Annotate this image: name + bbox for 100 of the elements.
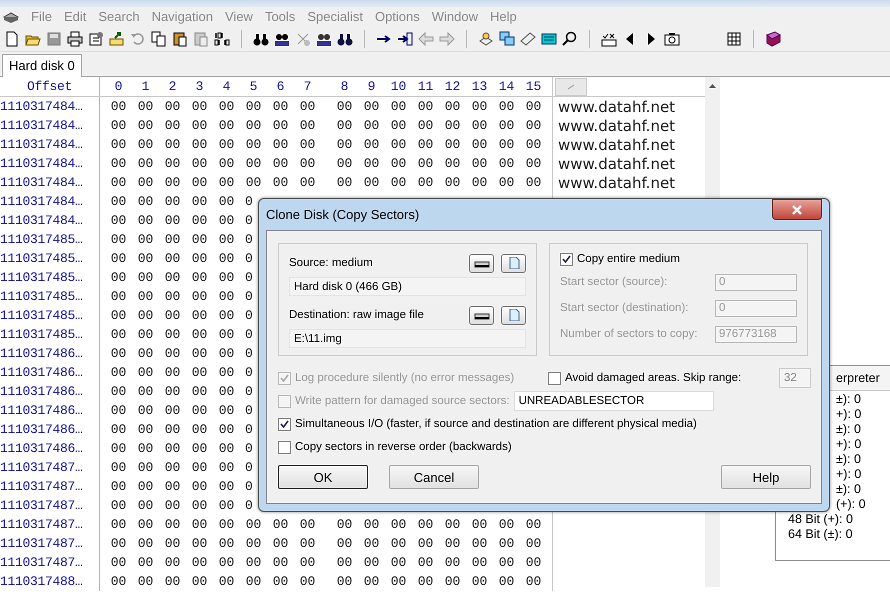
file-button[interactable]	[501, 306, 526, 324]
drive-button[interactable]	[469, 306, 494, 324]
hex-byte: 00	[190, 555, 208, 570]
hex-byte: 00	[110, 403, 128, 418]
hex-byte: 00	[444, 156, 462, 171]
interpreter-value: 64 Bit (±): 0	[788, 526, 853, 540]
hex-byte: 00	[136, 289, 154, 304]
file-button[interactable]	[501, 254, 526, 272]
source-field[interactable]: Hard disk 0 (466 GB)	[289, 277, 526, 296]
destination-field[interactable]: E:\11.img	[289, 329, 526, 348]
input-field[interactable]: 32	[779, 368, 811, 388]
hex-byte: 00	[244, 517, 262, 532]
panel-title: erpreter	[836, 371, 880, 385]
hex-byte: 00	[498, 99, 516, 114]
hex-byte: 00	[362, 175, 380, 190]
offset-cell: 1110317484…	[0, 211, 100, 230]
menu-item[interactable]: View	[219, 9, 259, 24]
menu-item[interactable]: Tools	[258, 9, 302, 24]
hex-byte: 00	[136, 232, 154, 247]
hex-byte: 00	[190, 422, 208, 437]
hex-byte: 00	[444, 99, 462, 114]
menu-item[interactable]: Search	[92, 9, 146, 24]
column-header: 12	[444, 79, 462, 94]
copy-icon[interactable]	[150, 30, 168, 48]
hex-byte: 00	[416, 536, 434, 551]
menu-item[interactable]: Navigation	[146, 9, 219, 24]
goto-icon[interactable]	[396, 30, 414, 48]
hex-byte: 00	[110, 555, 128, 570]
hex-byte: 00	[164, 346, 182, 361]
hex-byte: 00	[444, 175, 462, 190]
dialog-button[interactable]: Help	[721, 465, 811, 489]
offset-cell: 1110317484…	[0, 192, 100, 211]
hex-byte: 00	[190, 175, 208, 190]
hex-byte: 00	[272, 536, 290, 551]
checkbox[interactable]	[278, 418, 291, 430]
hex-byte: 00	[110, 574, 128, 589]
interpreter-value: ±): 0	[836, 392, 861, 406]
printer-icon[interactable]	[66, 30, 84, 48]
hex-byte: 0	[244, 327, 254, 342]
hex-byte: 00	[136, 118, 154, 133]
checkbox[interactable]	[548, 372, 561, 384]
checkbox-label: Copy entire medium	[577, 253, 680, 265]
offset-cell: 1110317485…	[0, 287, 100, 306]
menu-item[interactable]: Window	[426, 9, 484, 24]
offset-cell: 1110317485…	[0, 325, 100, 344]
hex-byte: 00	[218, 194, 236, 209]
hex-byte: 00	[524, 156, 542, 171]
menu-item[interactable]: Edit	[58, 9, 92, 24]
save-icon[interactable]	[45, 30, 63, 48]
book-icon[interactable]	[764, 30, 782, 48]
menu-item[interactable]: Help	[484, 9, 523, 24]
drive-button[interactable]	[469, 254, 494, 272]
checkbox-label: Simultaneous I/O (faster, if source and destination are different physical media)	[295, 418, 697, 430]
hex-byte: 00	[136, 479, 154, 494]
hex-byte: 00	[190, 327, 208, 342]
scroll-up-icon[interactable]	[709, 83, 716, 88]
dialog-button[interactable]: OK	[278, 465, 368, 489]
checkbox[interactable]	[560, 252, 573, 266]
disk-app-icon[interactable]	[3, 10, 19, 22]
interpreter-value: 48 Bit (+): 0	[788, 512, 853, 526]
column-header: 11	[416, 79, 434, 94]
hex-byte: 00	[110, 137, 128, 152]
menu-item[interactable]: Specialist	[301, 9, 369, 24]
checkbox[interactable]	[278, 440, 291, 454]
hex-byte: 00	[218, 384, 236, 399]
text-cell: www.datahf.net	[558, 98, 676, 116]
paste-icon[interactable]	[171, 30, 189, 48]
menu-item[interactable]: File	[25, 9, 58, 24]
hex-byte: 00	[190, 251, 208, 266]
hex-byte: 00	[336, 536, 354, 551]
hex-byte: 00	[362, 555, 380, 570]
windows-icon[interactable]	[498, 30, 516, 48]
hex-byte: 00	[218, 99, 236, 114]
properties-icon[interactable]	[87, 30, 105, 48]
offset-cell: 1110317484…	[0, 173, 100, 192]
hex-byte: 00	[336, 175, 354, 190]
menu-item[interactable]: Options	[368, 9, 426, 24]
checkbox-label: Write pattern for damaged source sectors:	[295, 395, 510, 407]
close-button[interactable]	[772, 199, 822, 220]
binary-icon[interactable]	[213, 30, 231, 48]
hex-byte: 00	[110, 460, 128, 475]
table-icon[interactable]	[725, 30, 743, 48]
hex-byte: 00	[470, 517, 488, 532]
offset-cell: 1110317484…	[0, 154, 100, 173]
search-icon[interactable]	[561, 30, 579, 48]
hex-byte: 00	[390, 517, 408, 532]
hex-byte: 00	[218, 270, 236, 285]
hex-byte: 00	[390, 156, 408, 171]
offset-cell: 1110317486…	[0, 439, 100, 458]
tab[interactable]: Hard disk 0	[2, 54, 82, 77]
dialog-button[interactable]: Cancel	[389, 465, 479, 489]
hex-byte: 00	[244, 99, 262, 114]
hex-byte: 00	[164, 498, 182, 513]
export-icon[interactable]	[108, 30, 126, 48]
offset-cell: 1110317487…	[0, 553, 100, 572]
hex-byte: 00	[470, 137, 488, 152]
hex-byte: 00	[136, 308, 154, 323]
hex-byte: 00	[444, 137, 462, 152]
hex-byte: 00	[362, 517, 380, 532]
hex-byte: 00	[164, 536, 182, 551]
